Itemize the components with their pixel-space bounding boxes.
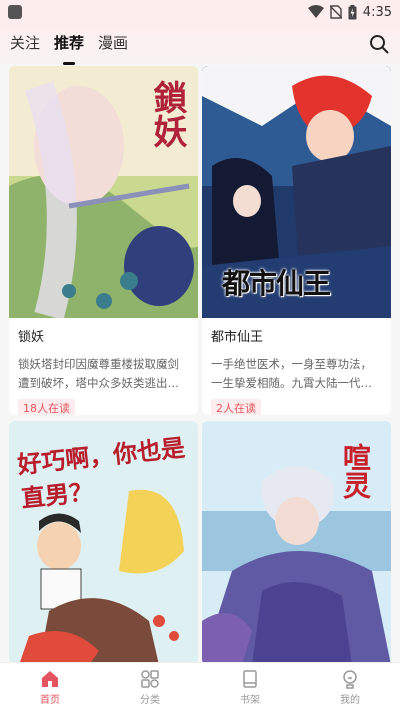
battery-charging-icon [348, 4, 357, 19]
status-bar: 4:35 [0, 0, 400, 24]
search-icon[interactable] [368, 33, 390, 55]
bottom-nav: 首页 分类 书架 我的 [0, 662, 400, 712]
nav-label: 分类 [140, 695, 160, 706]
cover-title: 都市仙王 [222, 267, 331, 300]
comic-description: 锁妖塔封印因魔尊重楼拔取魔剑遭到破坏，塔中众多妖类逃出… [18, 357, 179, 390]
reader-count-badge: 18人在读 [18, 399, 75, 415]
comic-cover[interactable]: 好巧啊，你也是直男？ [9, 421, 198, 665]
no-sim-icon [329, 5, 342, 19]
comic-cover[interactable]: 喧灵 [202, 421, 391, 665]
comic-card[interactable]: 喧灵 [202, 421, 391, 665]
profile-icon [343, 670, 357, 689]
comic-card[interactable]: 好巧啊，你也是直男？ [9, 421, 198, 665]
tab-follow[interactable]: 关注 [10, 32, 40, 57]
nav-bookshelf[interactable]: 书架 [200, 663, 300, 712]
bookshelf-icon [243, 670, 257, 688]
home-icon [42, 671, 58, 687]
tab-recommend[interactable]: 推荐 [54, 32, 84, 57]
nav-profile[interactable]: 我的 [300, 663, 400, 712]
nav-category[interactable]: 分类 [100, 663, 200, 712]
tab-comics[interactable]: 漫画 [98, 32, 128, 57]
cover-title: 喧灵 [339, 443, 372, 499]
comic-card[interactable]: 都市仙王 都市仙王 一手绝世医术，一身至尊功法，一生挚爱相随。九霄大陆一代… 2… [202, 66, 391, 415]
clock: 4:35 [362, 4, 392, 20]
top-nav: 关注 推荐 漫画 [0, 24, 400, 64]
nav-home[interactable]: 首页 [0, 663, 100, 712]
app-notification-icon [8, 5, 22, 19]
reader-count-badge: 2人在读 [211, 399, 261, 415]
cover-title: 鎖妖 [147, 80, 187, 148]
comic-grid: 鎖妖 锁妖 锁妖塔封印因魔尊重楼拔取魔剑遭到破坏，塔中众多妖类逃出… 18人在读… [9, 66, 391, 665]
comic-cover[interactable]: 鎖妖 [9, 66, 198, 318]
comic-cover[interactable]: 都市仙王 [202, 66, 391, 318]
nav-label: 书架 [240, 695, 260, 706]
nav-label: 我的 [340, 695, 360, 706]
comic-card[interactable]: 鎖妖 锁妖 锁妖塔封印因魔尊重楼拔取魔剑遭到破坏，塔中众多妖类逃出… 18人在读 [9, 66, 198, 415]
comic-title: 锁妖 [18, 330, 45, 345]
wifi-icon [307, 5, 324, 18]
nav-label: 首页 [40, 695, 60, 706]
comic-description: 一手绝世医术，一身至尊功法，一生挚爱相随。九霄大陆一代… [211, 357, 372, 390]
category-icon [141, 670, 159, 688]
comic-title: 都市仙王 [211, 330, 264, 345]
